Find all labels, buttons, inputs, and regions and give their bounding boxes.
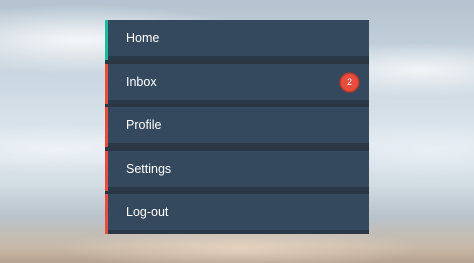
- menu-item-logout[interactable]: Log-out: [105, 194, 369, 234]
- menu-item-label: Log-out: [126, 205, 169, 219]
- accent-bar: [105, 20, 108, 60]
- menu-item-label: Inbox: [126, 74, 157, 89]
- menu-item-settings[interactable]: Settings: [105, 150, 369, 191]
- menu-item-label: Settings: [126, 161, 172, 176]
- accent-bar: [105, 63, 108, 104]
- accent-bar: [105, 150, 108, 191]
- menu-item-label: Profile: [126, 118, 162, 132]
- unread-count-badge: 2: [341, 73, 358, 91]
- accent-bar: [105, 194, 108, 234]
- accent-bar: [105, 107, 108, 147]
- menu-item-home[interactable]: Home: [105, 20, 369, 60]
- menu-item-inbox[interactable]: Inbox 2: [105, 63, 369, 104]
- nav-menu: Home Inbox 2 Profile Settings Log-out: [105, 20, 369, 234]
- menu-item-label: Home: [126, 31, 160, 45]
- menu-item-profile[interactable]: Profile: [105, 107, 369, 147]
